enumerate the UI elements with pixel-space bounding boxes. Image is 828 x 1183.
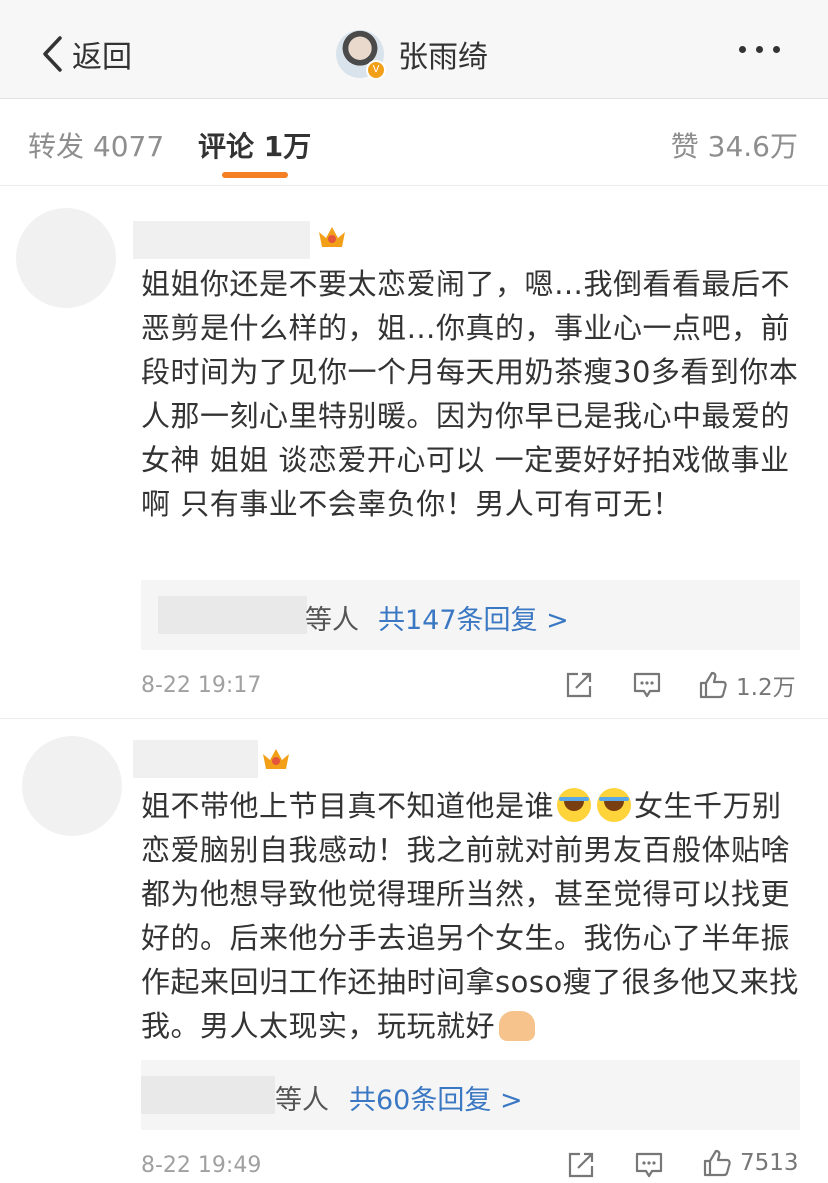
replier-name [141, 1076, 275, 1114]
like-count: 7513 [740, 1150, 799, 1176]
tab-comments[interactable]: 评论 1万 [198, 125, 311, 165]
profile-header[interactable]: V 张雨绮 [336, 28, 488, 80]
share-button[interactable] [566, 1150, 596, 1180]
more-dot [773, 46, 780, 53]
comment-timestamp: 8-22 19:49 [141, 1153, 262, 1178]
laughing-crying-emoji [557, 788, 592, 822]
tab-bar: 转发 4077 评论 1万 赞 34.6万 [0, 99, 828, 186]
verified-badge-icon: V [366, 60, 386, 80]
replier-name [158, 596, 307, 634]
crown-icon [319, 227, 345, 247]
comment-icon [633, 672, 661, 698]
thumbs-up-icon [703, 1149, 731, 1177]
reply-button[interactable] [632, 670, 662, 700]
share-icon [568, 1152, 594, 1178]
profile-name[interactable]: 张雨绮 [398, 32, 488, 76]
comment-text-part1: 姐不带他上节目真不知道他是谁 [141, 789, 555, 823]
tab-reposts[interactable]: 转发 4077 [28, 125, 164, 165]
back-button[interactable]: 返回 [40, 32, 132, 76]
top-nav-bar: 返回 V 张雨绮 [0, 0, 828, 99]
back-label: 返回 [72, 40, 132, 75]
comment-divider [0, 718, 828, 719]
view-replies-link[interactable]: 共147条回复 > [378, 598, 569, 637]
comment-timestamp: 8-22 19:17 [141, 673, 262, 698]
share-icon [566, 672, 592, 698]
comment-text: 姐姐你还是不要太恋爱闹了，嗯…我倒看看最后不恶剪是什么样的，姐…你真的，事业心一… [141, 267, 799, 521]
comment-text-part2: 女生千万别恋爱脑别自我感动！我之前就对前男友百般体贴啥都为他想导致他觉得理所当然… [141, 789, 799, 1043]
commenter-name[interactable] [133, 740, 258, 778]
like-button[interactable]: 1.2万 [698, 668, 796, 702]
commenter-avatar[interactable] [22, 736, 122, 836]
commenter-name[interactable] [133, 221, 310, 259]
like-button[interactable]: 7513 [702, 1148, 799, 1178]
more-dots-icon [739, 46, 746, 53]
profile-avatar[interactable]: V [336, 30, 386, 80]
crown-icon [263, 749, 289, 769]
reply-button[interactable] [634, 1150, 664, 1180]
replier-suffix: 等人 [275, 1085, 329, 1116]
view-replies-link[interactable]: 共60条回复 > [349, 1078, 523, 1117]
praying-hands-emoji [499, 1011, 536, 1041]
replier-suffix: 等人 [305, 605, 359, 636]
comment-icon [635, 1152, 663, 1178]
chevron-left-icon [43, 36, 62, 72]
replies-box[interactable]: 等人 共147条回复 > [141, 580, 800, 650]
replies-box[interactable]: 等人 共60条回复 > [141, 1060, 800, 1130]
share-button[interactable] [564, 670, 594, 700]
laughing-crying-emoji [597, 788, 632, 822]
comment-text: 姐不带他上节目真不知道他是谁 女生千万别恋爱脑别自我感动！我之前就对前男友百般体贴… [141, 784, 801, 1048]
like-count: 1.2万 [736, 675, 796, 701]
thumbs-up-icon [699, 671, 727, 699]
commenter-avatar[interactable] [16, 208, 116, 308]
active-tab-indicator [222, 172, 288, 178]
more-dot [756, 46, 763, 53]
more-options-button[interactable] [739, 46, 780, 53]
tab-likes[interactable]: 赞 34.6万 [671, 125, 798, 165]
